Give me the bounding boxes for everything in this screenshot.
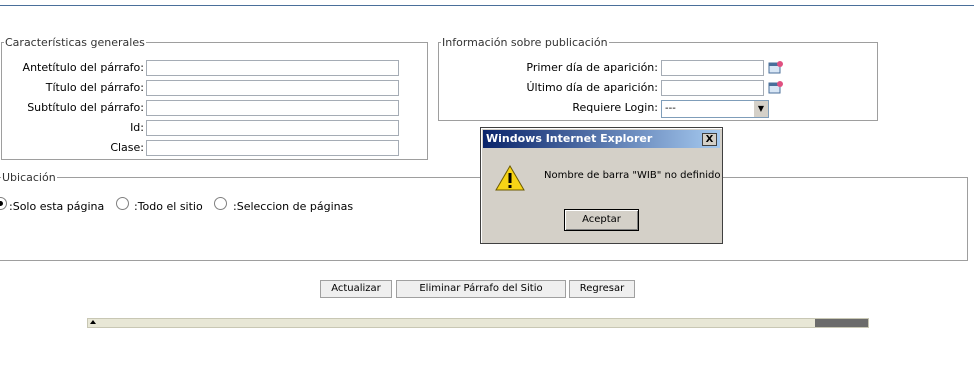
first-day-label: Primer día de aparición: [526,61,658,74]
titulo-input[interactable] [146,80,399,96]
dialog-message: Nombre de barra "WIB" no definido [544,170,721,181]
horizontal-scrollbar[interactable] [87,318,869,328]
close-icon[interactable]: X [702,133,717,146]
subtitulo-input[interactable] [146,100,399,116]
seleccion-de-paginas-label: :Seleccion de páginas [233,200,354,213]
last-day-label: Último día de aparición: [526,81,659,94]
chevron-down-icon[interactable]: ▼ [753,101,768,117]
login-row: Requiere Login: [440,99,658,117]
field-row-subtitulo: Subtítulo del párrafo: [0,99,144,117]
delete-paragraph-button[interactable]: Eliminar Párrafo del Sitio [396,280,566,298]
clase-input[interactable] [146,140,399,156]
update-button[interactable]: Actualizar [320,280,392,298]
solo-esta-pagina-label: :Solo esta página [9,200,105,213]
clase-label: Clase: [110,141,144,154]
scroll-left-icon[interactable] [90,320,96,324]
top-divider [0,5,974,6]
first-day-input[interactable] [661,60,764,76]
field-row-clase: Clase: [0,139,144,157]
publication-legend: Información sobre publicación [442,36,608,49]
back-button[interactable]: Regresar [569,280,635,298]
login-select-value: --- [665,103,676,114]
warning-icon [495,164,525,192]
last-day-row: Último día de aparición: [440,79,659,97]
id-label: Id: [130,121,144,134]
ok-button[interactable]: Aceptar [564,209,639,231]
alert-dialog: Windows Internet Explorer X Nombre de ba… [480,127,723,244]
login-label: Requiere Login: [572,101,658,114]
location-legend: Ubicación [2,171,56,184]
calendar-icon[interactable] [768,60,784,74]
dialog-title: Windows Internet Explorer [486,132,653,145]
todo-el-sitio-label: :Todo el sitio [134,200,203,213]
dialog-titlebar: Windows Internet Explorer X [483,130,720,148]
titulo-label: Título del párrafo: [45,81,144,94]
antetitulo-label: Antetítulo del párrafo: [22,61,144,74]
last-day-input[interactable] [661,80,764,96]
field-row-id: Id: [0,119,144,137]
general-legend: Características generales [5,36,145,49]
first-day-row: Primer día de aparición: [440,59,658,77]
login-select[interactable]: --- ▼ [661,100,769,118]
field-row-titulo: Título del párrafo: [0,79,144,97]
radio-seleccion-de-paginas[interactable] [214,197,227,210]
radio-todo-el-sitio[interactable] [116,197,129,210]
scrollbar-thumb[interactable] [815,319,868,327]
subtitulo-label: Subtítulo del párrafo: [27,101,144,114]
field-row-antetitulo: Antetítulo del párrafo: [0,59,144,77]
id-input[interactable] [146,120,399,136]
calendar-icon[interactable] [768,80,784,94]
antetitulo-input[interactable] [146,60,399,76]
